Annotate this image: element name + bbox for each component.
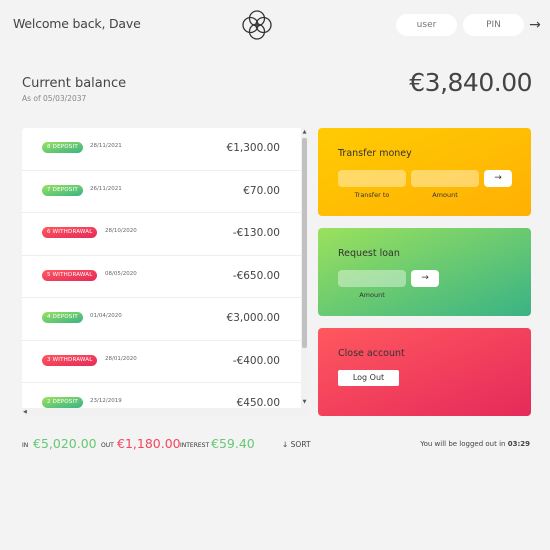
summary-out-label: Out	[101, 442, 114, 449]
balance-label: Current balance	[22, 76, 127, 91]
scrollbar-thumb[interactable]	[302, 138, 307, 348]
loan-amount-label: Amount	[359, 291, 385, 299]
movement-row: 4 deposit 01/04/2020 €3,000.00	[22, 298, 301, 341]
movement-row: 7 deposit 26/11/2021 €70.00	[22, 171, 301, 213]
close-account-card: Close account Log Out	[318, 328, 531, 416]
movement-date: 28/10/2020	[105, 228, 137, 234]
horizontal-scrollbar[interactable]: ◀	[22, 408, 308, 416]
movement-date: 23/12/2019	[90, 398, 122, 404]
close-account-title: Close account	[338, 348, 405, 359]
summary-interest-label: Interest	[180, 442, 210, 449]
movement-date: 28/11/2021	[90, 143, 122, 149]
transfer-button[interactable]: →	[484, 170, 512, 187]
transfer-amount-label: Amount	[432, 191, 458, 199]
movement-date: 28/01/2020	[105, 355, 137, 362]
movement-value: €70.00	[243, 184, 280, 197]
login-user-input[interactable]	[396, 14, 457, 36]
login-pin-input[interactable]	[463, 14, 524, 36]
movement-value: €1,300.00	[226, 142, 280, 154]
movement-row: 5 withdrawal 08/05/2020 -€650.00	[22, 256, 301, 298]
movement-date: 26/11/2021	[90, 185, 122, 192]
loan-card: Request loan → Amount	[318, 228, 531, 316]
logout-timer-text: You will be logged out in	[420, 440, 506, 448]
loan-amount-input[interactable]	[338, 270, 406, 287]
balance-date: As of 05/03/2037	[22, 94, 87, 103]
movement-row: 8 deposit 28/11/2021 €1,300.00	[22, 128, 301, 171]
transfer-title: Transfer money	[338, 148, 412, 159]
summary-interest-value: €59.40	[211, 436, 255, 451]
movement-value: -€400.00	[232, 354, 280, 367]
transfer-card: Transfer money → Transfer to Amount	[318, 128, 531, 216]
movement-type-badge: 2 deposit	[42, 397, 83, 408]
movement-type-badge: 6 withdrawal	[42, 227, 98, 238]
movements-list[interactable]: 8 deposit 28/11/2021 €1,300.00 7 deposit…	[22, 128, 308, 416]
movement-type-badge: 8 deposit	[42, 142, 83, 153]
movement-value: €3,000.00	[226, 312, 280, 324]
transfer-to-input[interactable]	[338, 170, 406, 187]
movement-value: -€130.00	[232, 227, 280, 239]
movement-type-badge: 7 deposit	[42, 184, 83, 196]
movement-row: 3 withdrawal 28/01/2020 -€400.00	[22, 341, 301, 383]
summary-out-value: €1,180.00	[117, 436, 181, 451]
movement-type-badge: 3 withdrawal	[42, 354, 98, 366]
movement-date: 01/04/2020	[90, 313, 122, 319]
loan-button[interactable]: →	[411, 270, 439, 287]
logout-timer: You will be logged out in 03:29	[420, 440, 530, 448]
scroll-up-icon[interactable]: ▲	[301, 129, 308, 136]
logout-button[interactable]: Log Out	[338, 370, 399, 386]
sort-button[interactable]: ↓ SORT	[282, 440, 311, 449]
movement-value: -€650.00	[232, 269, 280, 282]
login-button[interactable]: →	[527, 14, 543, 36]
welcome-message: Welcome back, Dave	[13, 16, 141, 31]
transfer-amount-input[interactable]	[411, 170, 479, 187]
scroll-left-icon[interactable]: ◀	[23, 408, 27, 416]
movement-row: 6 withdrawal 28/10/2020 -€130.00	[22, 213, 301, 256]
movement-date: 08/05/2020	[105, 270, 137, 277]
movement-type-badge: 4 deposit	[42, 312, 83, 323]
movement-type-badge: 5 withdrawal	[42, 269, 98, 281]
loan-title: Request loan	[338, 248, 400, 259]
scroll-down-icon[interactable]: ▼	[301, 399, 308, 406]
transfer-to-label: Transfer to	[354, 191, 390, 199]
vertical-scrollbar[interactable]: ▲ ▼	[301, 128, 308, 416]
logout-timer-value: 03:29	[507, 440, 530, 448]
summary-in-label: In	[22, 442, 29, 449]
logo-icon	[242, 10, 272, 40]
summary-in-value: €5,020.00	[33, 436, 97, 451]
balance-value: €3,840.00	[409, 68, 532, 97]
